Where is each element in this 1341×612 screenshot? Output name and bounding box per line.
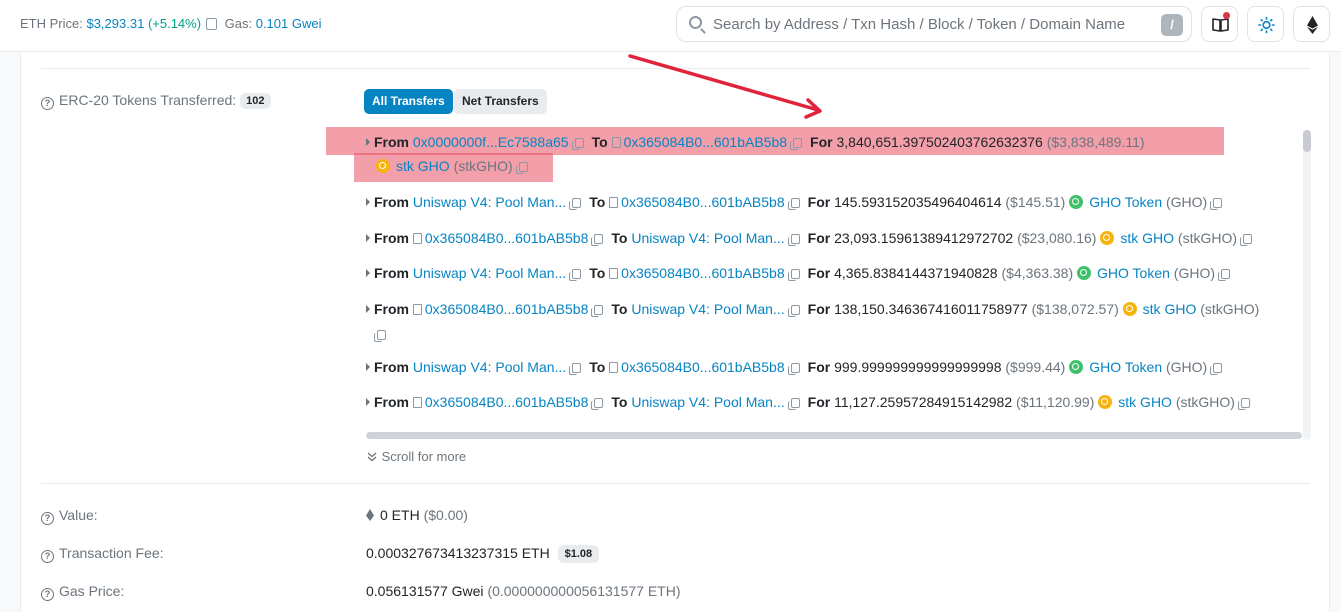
annotation-arrow bbox=[628, 54, 822, 119]
